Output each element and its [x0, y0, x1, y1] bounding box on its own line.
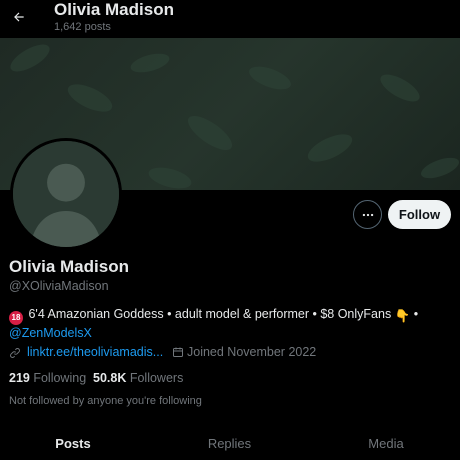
- bio-separator: •: [410, 307, 419, 321]
- followers-link[interactable]: 50.8K Followers: [93, 371, 183, 385]
- followers-count: 50.8K: [93, 371, 127, 385]
- profile-link[interactable]: linktr.ee/theoliviamadis...: [27, 345, 163, 359]
- user-handle: @XOliviaMadison: [9, 279, 109, 293]
- more-horizontal-icon: [362, 213, 373, 216]
- display-name: Olivia Madison: [9, 257, 129, 276]
- profile-tabs: Posts Replies Media: [0, 426, 460, 460]
- back-button[interactable]: [8, 6, 30, 28]
- pointing-down-icon: 👇: [394, 309, 411, 323]
- joined-date: Joined November 2022: [187, 345, 317, 359]
- tab-media[interactable]: Media: [312, 426, 460, 460]
- following-count: 219: [9, 371, 30, 385]
- follow-button[interactable]: Follow: [388, 200, 451, 229]
- more-options-button[interactable]: [353, 200, 382, 229]
- profile-meta: linktr.ee/theoliviamadis... Joined Novem…: [9, 345, 454, 361]
- following-link[interactable]: 219 Following: [9, 371, 86, 385]
- avatar-placeholder-icon: [13, 141, 119, 247]
- not-followed-note: Not followed by anyone you're following: [9, 395, 202, 407]
- arrow-left-icon: [14, 12, 24, 22]
- bio-text: 6'4 Amazonian Goddess • adult model & pe…: [28, 307, 392, 321]
- header-title: Olivia Madison: [54, 0, 174, 19]
- calendar-icon: [173, 347, 183, 357]
- age-badge-icon: 18: [9, 311, 23, 325]
- followers-label: Followers: [129, 371, 184, 385]
- bio-mention-link[interactable]: @ZenModelsX: [9, 326, 92, 340]
- following-label: Following: [33, 371, 87, 385]
- tab-replies[interactable]: Replies: [153, 426, 306, 460]
- top-bar: Olivia Madison 1,642 posts: [0, 0, 460, 38]
- profile-bio: 18 6'4 Amazonian Goddess • adult model &…: [9, 306, 449, 342]
- link-icon: [10, 348, 20, 358]
- post-count: 1,642 posts: [54, 21, 111, 33]
- tab-posts[interactable]: Posts: [0, 426, 146, 460]
- avatar[interactable]: [10, 138, 122, 250]
